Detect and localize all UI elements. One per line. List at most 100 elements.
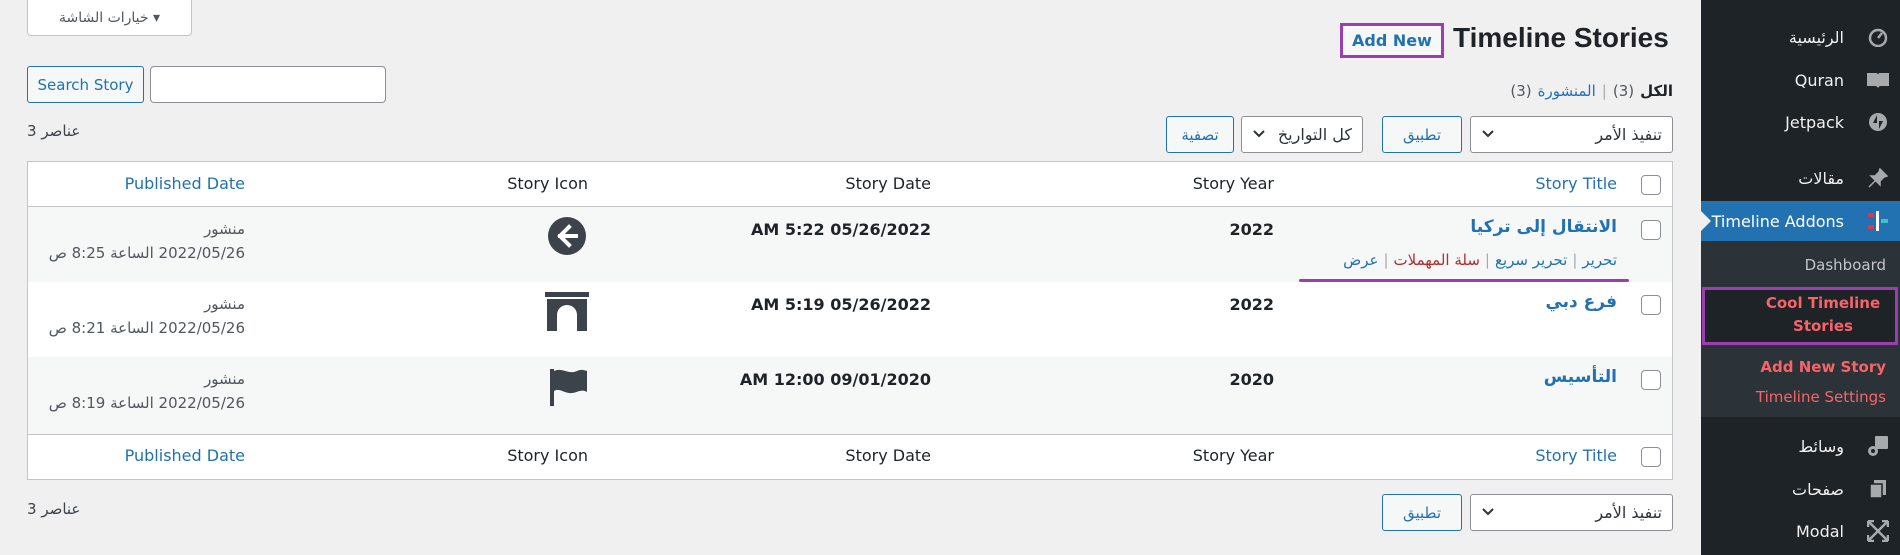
quick-edit-link[interactable]: تحرير سريع: [1495, 251, 1567, 269]
column-story-icon: Story Icon: [507, 446, 588, 465]
action-separator: |: [1484, 251, 1490, 269]
chevron-down-icon: [1481, 505, 1495, 521]
sidebar-item-label: Timeline Addons: [1711, 211, 1844, 231]
story-year: 2022: [1229, 295, 1274, 314]
table-row: التأسيس 2020 AM 12:00 09/01/2020 منشور 2…: [28, 357, 1672, 434]
sidebar-item-label: وسائط: [1798, 436, 1844, 456]
sidebar-item-pages[interactable]: صفحات: [1701, 469, 1900, 509]
select-all-checkbox-bottom[interactable]: [1641, 447, 1661, 467]
date-filter-select[interactable]: كل التواريخ: [1241, 116, 1363, 153]
view-link[interactable]: عرض: [1343, 251, 1378, 269]
published-datetime: 2022/05/26 الساعة 8:25 ص: [48, 244, 245, 262]
sidebar-item-timeline-addons[interactable]: Timeline Addons: [1701, 201, 1900, 241]
story-title-link[interactable]: التأسيس: [1544, 367, 1617, 387]
sidebar-item-posts[interactable]: مقالات: [1701, 158, 1900, 198]
table-header-row: Story Title Story Year Story Date Story …: [28, 162, 1672, 207]
search-story-button[interactable]: Search Story: [27, 66, 144, 103]
published-datetime: 2022/05/26 الساعة 8:21 ص: [48, 319, 245, 337]
story-title-link[interactable]: الانتقال إلى تركيا: [1470, 217, 1617, 237]
submenu-current-highlight[interactable]: Cool Timeline Stories: [1702, 287, 1898, 345]
apply-button-top[interactable]: تطبيق: [1382, 116, 1462, 153]
bulk-action-label: تنفيذ الأمر: [1595, 503, 1662, 522]
sidebar-item-label: Jetpack: [1785, 112, 1844, 132]
filter-button[interactable]: تصفية: [1166, 116, 1234, 153]
page-icon: [1866, 479, 1890, 499]
published-date: منشور 2022/05/26 الساعة 8:21 ص: [49, 292, 245, 340]
search-input[interactable]: [150, 66, 386, 103]
column-story-date: Story Date: [845, 446, 931, 465]
story-year: 2020: [1229, 370, 1274, 389]
submenu-dashboard[interactable]: Dashboard: [1805, 256, 1886, 274]
column-story-title[interactable]: Story Title: [1535, 174, 1617, 193]
submenu-timeline-settings[interactable]: Timeline Settings: [1756, 388, 1886, 406]
items-count-top: 3 عناصر: [27, 122, 81, 140]
submenu-cool-timeline-line2: Stories: [1793, 317, 1853, 335]
status-label: منشور: [204, 295, 245, 313]
column-published-date[interactable]: Published Date: [125, 174, 245, 193]
active-pointer: [1699, 209, 1711, 233]
view-all-link[interactable]: الكل: [1640, 82, 1673, 100]
status-label: منشور: [204, 370, 245, 388]
action-separator: |: [1383, 251, 1389, 269]
sidebar-item-dashboard[interactable]: الرئيسية: [1701, 17, 1900, 57]
column-published-date[interactable]: Published Date: [125, 446, 245, 465]
select-all-checkbox[interactable]: [1641, 175, 1661, 195]
chevron-down-icon: [1252, 127, 1266, 143]
published-datetime: 2022/05/26 الساعة 8:19 ص: [48, 394, 245, 412]
submenu-cool-timeline-line1: Cool Timeline: [1765, 294, 1881, 312]
date-filter-label: كل التواريخ: [1277, 125, 1352, 144]
sidebar-item-jetpack[interactable]: Jetpack: [1701, 102, 1900, 142]
story-date: AM 5:19 05/26/2022: [751, 295, 931, 314]
items-count-bottom: 3 عناصر: [27, 500, 81, 518]
jetpack-icon: [1866, 112, 1890, 132]
bulk-action-select-bottom[interactable]: تنفيذ الأمر: [1470, 494, 1673, 531]
chevron-down-icon: [1481, 127, 1495, 143]
sidebar-item-label: صفحات: [1792, 479, 1844, 499]
story-year: 2022: [1229, 220, 1274, 239]
sidebar-item-modal[interactable]: Modal: [1701, 511, 1900, 551]
page-title: Timeline Stories: [1453, 22, 1669, 53]
sidebar-item-label: الرئيسية: [1788, 27, 1844, 47]
sidebar-item-label: Quran: [1794, 70, 1844, 90]
row-checkbox[interactable]: [1641, 370, 1661, 390]
stories-table: Story Title Story Year Story Date Story …: [27, 161, 1673, 480]
sidebar-item-label: مقالات: [1798, 168, 1844, 188]
column-story-date: Story Date: [845, 174, 931, 193]
view-published-link[interactable]: المنشورة: [1538, 82, 1596, 100]
sidebar-item-quran[interactable]: Quran: [1701, 60, 1900, 100]
move-icon: [1866, 520, 1890, 542]
column-story-title[interactable]: Story Title: [1535, 446, 1617, 465]
trash-link[interactable]: سلة المهملات: [1394, 251, 1480, 269]
row-checkbox[interactable]: [1641, 295, 1661, 315]
screen-options-button[interactable]: خيارات الشاشة ▾: [27, 0, 192, 36]
flag-icon: [547, 366, 589, 412]
annotation-underline: [1299, 279, 1629, 282]
edit-link[interactable]: تحرير: [1582, 251, 1617, 269]
story-title-link[interactable]: فرع دبي: [1545, 292, 1617, 312]
bulk-action-label: تنفيذ الأمر: [1595, 125, 1662, 144]
add-new-button[interactable]: Add New: [1340, 23, 1444, 58]
submenu-settings-label: Timeline Settings: [1755, 388, 1886, 406]
action-separator: |: [1572, 251, 1578, 269]
sidebar-item-label: Modal: [1796, 521, 1844, 541]
admin-sidebar: الرئيسية Quran Jetpack مقالات Timeline A…: [1699, 0, 1900, 555]
media-icon: [1866, 436, 1890, 456]
timeline-icon: [1866, 211, 1890, 231]
view-published-count: (3): [1510, 82, 1532, 100]
sidebar-item-media[interactable]: وسائط: [1701, 426, 1900, 466]
submenu-add-new-story[interactable]: Add New Story: [1760, 358, 1886, 376]
table-footer-row: Story Title Story Year Story Date Story …: [28, 434, 1672, 479]
row-checkbox[interactable]: [1641, 220, 1661, 240]
apply-button-bottom[interactable]: تطبيق: [1382, 494, 1462, 531]
pin-icon: [1866, 168, 1890, 188]
bulk-action-select-top[interactable]: تنفيذ الأمر: [1470, 116, 1673, 153]
table-row: فرع دبي 2022 AM 5:19 05/26/2022 منشور 20…: [28, 282, 1672, 357]
status-views: الكل (3) | المنشورة (3): [1510, 82, 1673, 100]
column-story-year: Story Year: [1192, 446, 1274, 465]
column-story-icon: Story Icon: [507, 174, 588, 193]
arrow-left-circle-icon: [547, 216, 587, 260]
row-actions: تحرير | تحرير سريع | سلة المهملات | عرض: [1343, 251, 1617, 269]
story-date: AM 12:00 09/01/2020: [739, 370, 931, 389]
submenu-add-new-label: Add New Story: [1760, 358, 1886, 376]
views-separator: |: [1601, 82, 1607, 100]
